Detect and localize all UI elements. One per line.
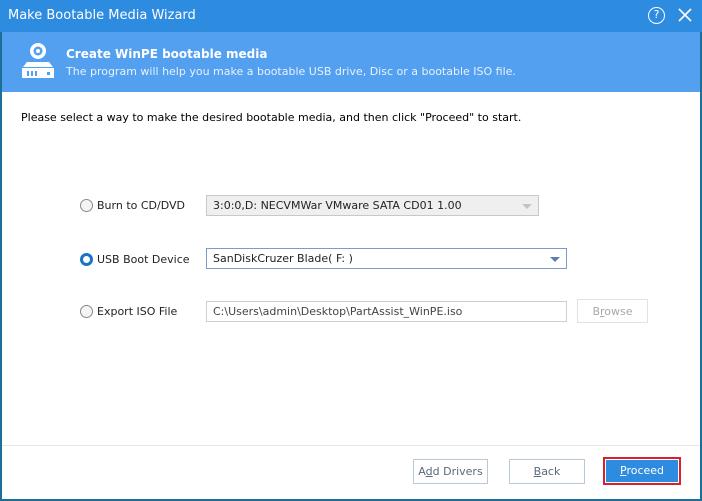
chevron-down-icon (550, 257, 560, 262)
cd-dvd-drive-dropdown[interactable]: 3:0:0,D: NECVMWar VMware SATA CD01 1.00 (206, 195, 539, 216)
iso-path-input[interactable]: C:\Users\admin\Desktop\PartAssist_WinPE.… (206, 301, 567, 322)
iso-path-value: C:\Users\admin\Desktop\PartAssist_WinPE.… (213, 305, 463, 318)
radio-usb-boot-device[interactable]: USB Boot Device (80, 253, 190, 266)
proceed-button[interactable]: Proceed (606, 460, 678, 482)
header-title: Create WinPE bootable media (66, 47, 268, 61)
browse-button[interactable]: Browse (577, 299, 648, 323)
add-drivers-button[interactable]: Add Drivers (413, 459, 488, 484)
radio-button[interactable] (80, 305, 93, 318)
disc-drive-icon (22, 43, 54, 78)
wizard-header: Create WinPE bootable media The program … (2, 32, 700, 92)
close-icon[interactable] (676, 6, 694, 24)
help-icon[interactable]: ? (648, 7, 665, 24)
proceed-highlight: Proceed (603, 457, 681, 485)
radio-button[interactable] (80, 199, 93, 212)
back-button[interactable]: Back (509, 459, 585, 484)
footer-divider (2, 445, 700, 446)
radio-label: USB Boot Device (97, 253, 190, 266)
radio-label: Burn to CD/DVD (97, 199, 185, 212)
radio-export-iso-file[interactable]: Export ISO File (80, 305, 177, 318)
dropdown-value: 3:0:0,D: NECVMWar VMware SATA CD01 1.00 (213, 199, 462, 212)
wizard-window: Make Bootable Media Wizard ? Create WinP… (0, 0, 702, 501)
radio-button[interactable] (80, 253, 93, 266)
radio-label: Export ISO File (97, 305, 178, 318)
dropdown-value: SanDiskCruzer Blade( F: ) (213, 252, 353, 265)
header-subtitle: The program will help you make a bootabl… (66, 65, 516, 78)
chevron-down-icon (522, 204, 532, 209)
title-bar: Make Bootable Media Wizard ? (0, 0, 702, 32)
window-title: Make Bootable Media Wizard (8, 8, 196, 23)
instruction-text: Please select a way to make the desired … (21, 111, 522, 124)
radio-burn-cd-dvd[interactable]: Burn to CD/DVD (80, 199, 185, 212)
usb-device-dropdown[interactable]: SanDiskCruzer Blade( F: ) (206, 248, 567, 269)
